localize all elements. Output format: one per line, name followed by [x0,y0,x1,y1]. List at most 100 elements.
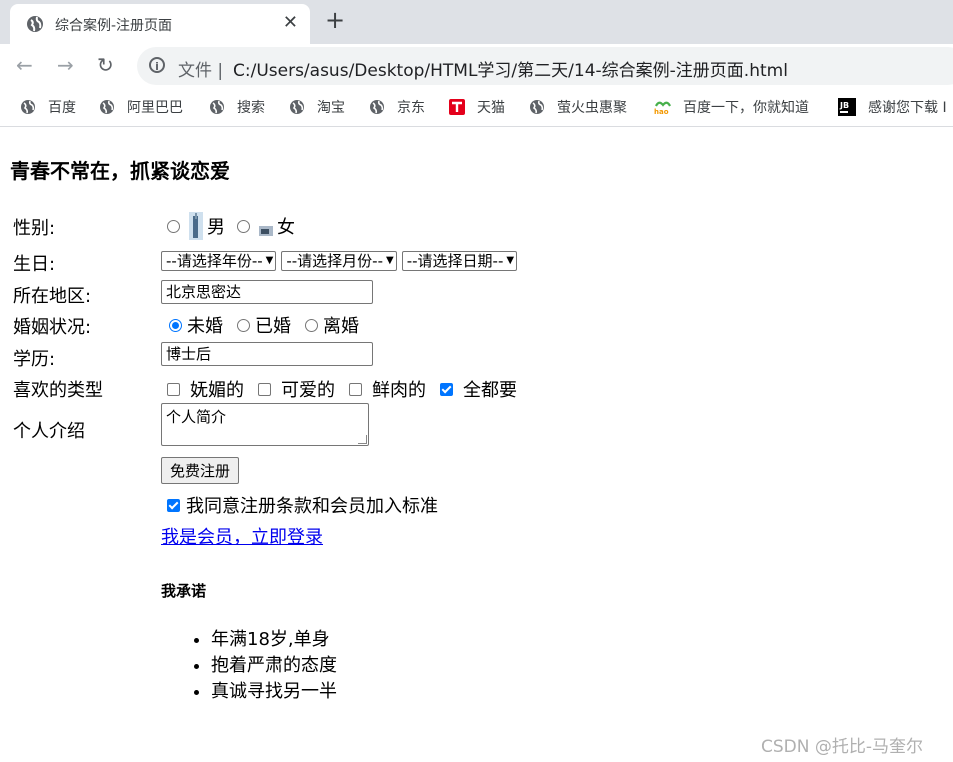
education-control: 博士后 [161,342,373,366]
tmall-icon [449,99,465,115]
bookmark-label: 淘宝 [317,100,345,116]
svg-text:hao: hao [654,108,669,115]
chevron-down-icon: ▼ [386,255,394,266]
watermark-text: CSDN @托比-马奎尔 [761,737,924,757]
list-item: 抱着严肃的态度 [211,653,337,679]
type-fresh-checkbox[interactable] [349,382,362,396]
bookmark-label: 百度 [48,100,76,116]
region-input[interactable]: 北京思密达 [161,280,373,304]
bookmark-label: 感谢您下载 I [868,100,947,116]
bookmark-label: 搜索 [237,100,265,116]
marital-options: 未婚 已婚 离婚 [169,312,359,338]
intro-textarea[interactable]: 个人简介 [161,403,369,446]
gender-male-radio[interactable] [167,219,180,233]
browser-tab[interactable]: 综合案例-注册页面 ✕ [10,4,310,44]
education-label: 学历: [13,349,56,370]
bookmark-label: 天猫 [477,100,505,116]
marital-divorced-radio[interactable] [305,318,318,332]
gender-male-label: 男 [207,217,225,238]
type-charming-checkbox[interactable] [167,382,180,396]
register-button[interactable]: 免费注册 [161,457,240,484]
gender-label: 性别: [13,218,56,239]
login-link[interactable]: 我是会员，立即登录 [161,523,323,549]
globe-icon [290,100,304,114]
submit-row: 免费注册 [161,457,240,484]
globe-icon [530,100,544,114]
url-text[interactable]: C:/Users/asus/Desktop/HTML学习/第二天/14-综合案例… [233,56,788,81]
login-row: 我是会员，立即登录 [161,523,323,549]
globe-icon [370,100,384,114]
agree-row: 我同意注册条款和会员加入标准 [161,492,438,518]
info-icon[interactable]: i [149,57,165,73]
intro-label: 个人介绍 [13,421,85,442]
marital-single-radio[interactable] [169,318,182,332]
male-image [189,212,203,240]
bookmark-baidu[interactable]: 百度 [20,97,76,117]
marital-married-radio[interactable] [237,318,250,332]
chevron-down-icon: ▼ [265,255,274,266]
tab-title: 综合案例-注册页面 [55,18,173,34]
gender-female-label: 女 [277,217,295,238]
reload-icon[interactable]: ↻ [97,53,114,77]
gender-female-radio[interactable] [237,219,250,233]
types-label: 喜欢的类型 [13,380,103,401]
birth-day-select[interactable]: --请选择日期-- ▼ [401,251,518,271]
types-options: 妩媚的 可爱的 鲜肉的 全都要 [161,376,517,402]
bookmark-jetbrains[interactable]: JB 感谢您下载 I [838,97,947,117]
globe-icon [210,100,224,114]
agree-checkbox[interactable] [167,498,180,512]
address-bar[interactable]: i 文件 | C:/Users/asus/Desktop/HTML学习/第二天/… [137,47,953,85]
bookmark-label: 阿里巴巴 [127,100,183,116]
page-content: 青春不常在，抓紧谈恋爱 性别: 男 女 生日: --请选择年份-- ▼ --请选择… [0,127,953,762]
scheme-label: 文件 | [178,61,224,81]
close-tab-icon[interactable]: ✕ [283,12,298,33]
jb-icon: JB [838,98,856,116]
bookmark-label: 百度一下，你就知道 [683,100,809,116]
bookmark-search[interactable]: 搜索 [209,97,265,117]
type-all-label: 全都要 [463,380,517,401]
resize-handle-icon[interactable] [358,435,367,444]
tab-strip: 综合案例-注册页面 ✕ + [0,0,953,44]
svg-text:JB: JB [839,101,849,110]
marital-label: 婚姻状况: [13,317,92,338]
birth-month-select[interactable]: --请选择月份-- ▼ [281,251,397,271]
type-cute-label: 可爱的 [281,380,335,401]
birthday-selects: --请选择年份-- ▼ --请选择月份-- ▼ --请选择日期-- ▼ [161,251,522,271]
bookmark-taobao[interactable]: 淘宝 [289,97,345,117]
birthday-label: 生日: [13,254,56,275]
new-tab-button[interactable]: + [325,6,345,34]
globe-icon [27,16,43,32]
bookmark-tmall[interactable]: 天猫 [449,97,505,117]
intro-text: 个人简介 [166,408,227,426]
type-cute-checkbox[interactable] [258,382,271,396]
promise-title: 我承诺 [161,582,207,600]
promise-list: 年满18岁,单身 抱着严肃的态度 真诚寻找另一半 [161,627,337,705]
marital-single-label: 未婚 [187,316,223,337]
marital-divorced-label: 离婚 [323,316,359,337]
bookmark-yinghuochong[interactable]: 萤火虫惠聚 [529,97,627,117]
chevron-down-icon: ▼ [506,255,515,266]
education-input[interactable]: 博士后 [161,342,373,366]
region-label: 所在地区: [13,286,92,307]
globe-icon [100,100,114,114]
bookmark-alibaba[interactable]: 阿里巴巴 [99,97,183,117]
birth-year-select[interactable]: --请选择年份-- ▼ [161,251,277,271]
bookmark-baidu-search[interactable]: hao 百度一下，你就知道 [653,97,809,117]
bookmark-label: 萤火虫惠聚 [557,100,627,116]
type-all-checkbox[interactable] [440,382,453,396]
browser-toolbar: ← → ↻ i 文件 | C:/Users/asus/Desktop/HTML学… [0,44,953,88]
hao-icon: hao [654,101,671,115]
select-value: --请选择年份-- [166,252,263,270]
bookmark-jd[interactable]: 京东 [369,97,425,117]
select-value: --请选择月份-- [286,252,384,270]
marital-married-label: 已婚 [255,316,291,337]
gender-options: 男 女 [167,211,295,241]
agree-label: 我同意注册条款和会员加入标准 [186,496,438,517]
forward-arrow-icon[interactable]: → [57,53,74,77]
select-value: --请选择日期-- [406,252,504,270]
list-item: 年满18岁,单身 [211,627,337,653]
back-arrow-icon[interactable]: ← [16,53,33,77]
female-image [259,226,273,236]
intro-control: 个人简介 [161,403,369,446]
type-charming-label: 妩媚的 [190,380,244,401]
